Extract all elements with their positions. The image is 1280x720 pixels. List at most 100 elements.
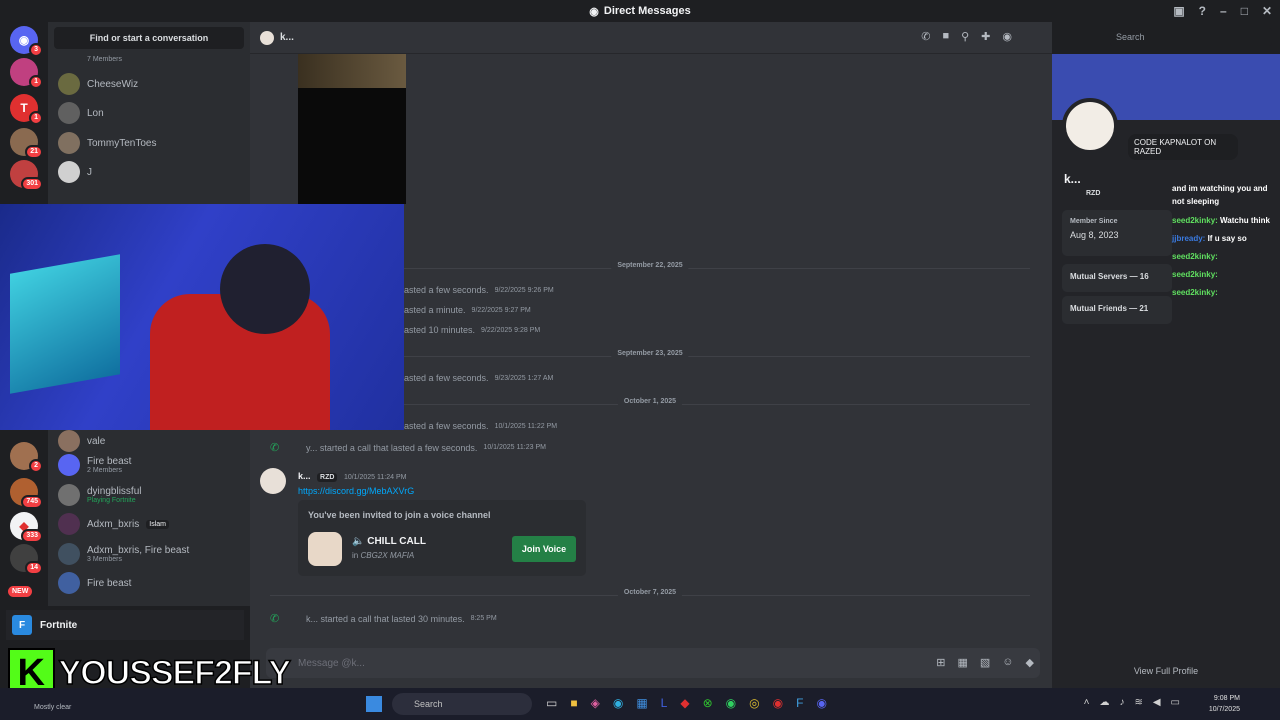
home-button[interactable]: ◉ 3 <box>10 26 43 57</box>
xbox-icon[interactable]: ⊗ <box>703 696 713 710</box>
emoji-icon[interactable]: ☺ <box>1002 656 1013 669</box>
server-icon[interactable]: ◆ 333 <box>10 512 43 543</box>
badge: 745 <box>21 495 43 509</box>
mutual-friends-button[interactable]: Mutual Friends — 21 <box>1062 296 1172 324</box>
copilot-icon[interactable]: ◈ <box>591 696 600 710</box>
dm-name: Adxm_bxris <box>87 518 140 530</box>
fortnite-icon: F <box>12 615 32 635</box>
badge: 14 <box>25 561 43 575</box>
discord-icon[interactable]: ◉ <box>816 696 826 710</box>
battery-icon[interactable]: ▭ <box>1171 697 1180 708</box>
cloud-icon[interactable]: ☁ <box>1099 697 1109 708</box>
system-message: asted a few seconds. 9/22/2025 9:26 PM <box>404 285 554 295</box>
server-icon[interactable]: T1 <box>10 94 43 125</box>
server-icon[interactable]: 745 <box>10 478 43 509</box>
overlay-chat-user: seed2kinky: <box>1172 288 1218 297</box>
overlay-chat-user: seed2kinky: <box>1172 270 1218 279</box>
avatar <box>58 73 80 95</box>
store-icon[interactable]: ▦ <box>636 696 647 710</box>
dm-item[interactable]: CheeseWiz <box>58 69 244 99</box>
dm-item[interactable]: Lon <box>58 98 244 128</box>
message-author[interactable]: k... <box>298 471 311 481</box>
app-l-icon[interactable]: L <box>661 696 668 710</box>
avatar <box>58 132 80 154</box>
gif-icon[interactable]: ▦ <box>957 656 967 669</box>
system-message: asted a few seconds. 10/1/2025 11:22 PM <box>404 421 558 431</box>
system-message: asted a few seconds. 9/23/2025 1:27 AM <box>404 373 554 383</box>
badge: 333 <box>21 529 43 543</box>
weather-widget[interactable]: Mostly clear <box>34 704 71 711</box>
dm-name: Fire beast <box>87 577 132 589</box>
dm-item[interactable]: Fire beast 2 Members <box>58 450 244 480</box>
overlay-chat-user: seed2kinky: <box>1172 252 1218 261</box>
shield-icon[interactable]: ◆ <box>680 696 689 710</box>
dm-sub: Playing Fortnite <box>87 497 136 504</box>
clan-tag: RZD <box>317 473 338 482</box>
inbox-icon[interactable]: ▣ <box>1173 4 1184 18</box>
clock[interactable]: 9:08 PM 10/7/2025 <box>1209 693 1240 715</box>
app-icon[interactable]: ◉ <box>773 696 783 710</box>
channel-name: CHILL CALL <box>367 536 426 547</box>
voice-invite-card: You've been invited to join a voice chan… <box>298 500 586 576</box>
fortnite-icon[interactable]: F <box>796 696 803 710</box>
window-title: Direct Messages <box>603 5 691 17</box>
find-conversation-button[interactable]: Find or start a conversation <box>54 27 244 49</box>
message-input[interactable]: Message @k... <box>266 648 1040 678</box>
minimize-button[interactable]: – <box>1220 4 1227 18</box>
gift-icon[interactable]: ⊞ <box>936 656 945 669</box>
invite-link[interactable]: https://discord.gg/MebAXVrG <box>298 486 414 496</box>
custom-status: CODE KAPNALOT ON RAZED <box>1128 134 1238 160</box>
dm-item[interactable]: Adxm_bxris Islam <box>58 509 244 539</box>
taskbar: Mostly clear Search ▭ ■ ◈ ◉ ▦ L ◆ ⊗ ◉ ◎ … <box>0 688 1280 720</box>
taskbar-search[interactable]: Search <box>392 693 532 715</box>
image-attachment[interactable] <box>298 54 406 204</box>
dm-item[interactable]: TommyTenToes <box>58 128 244 158</box>
avatar <box>260 468 286 494</box>
edge-icon[interactable]: ◉ <box>613 696 623 710</box>
dm-item[interactable]: 7 Members <box>58 50 244 68</box>
server-icon <box>308 532 342 566</box>
profile-icon[interactable]: ◉ <box>1002 30 1012 43</box>
search-input[interactable]: Search <box>1110 28 1272 46</box>
server-icon[interactable]: 14 <box>10 544 43 575</box>
sticker-icon[interactable]: ▧ <box>980 656 990 669</box>
add-friend-icon[interactable]: ✚ <box>981 30 990 43</box>
wifi-icon[interactable]: ≋ <box>1134 697 1142 708</box>
taskbar-apps: ▭ ■ ◈ ◉ ▦ L ◆ ⊗ ◉ ◎ ◉ F ◉ <box>546 696 827 710</box>
taskview-icon[interactable]: ▭ <box>546 696 557 710</box>
server-name: CBG2X MAFIA <box>360 551 415 560</box>
pin-icon[interactable]: ⚲ <box>961 30 969 43</box>
badge: 2 <box>29 459 43 473</box>
server-icon[interactable]: 1 <box>10 58 43 89</box>
dm-name: dyingblissful <box>87 486 142 497</box>
system-message: asted 10 minutes. 9/22/2025 9:28 PM <box>404 325 541 335</box>
volume-icon[interactable]: ◀ <box>1153 697 1161 708</box>
server-icon[interactable]: 301 <box>10 160 43 191</box>
server-icon[interactable]: 21 <box>10 128 43 159</box>
mic-icon[interactable]: ♪ <box>1119 697 1124 708</box>
join-voice-button[interactable]: Join Voice <box>512 536 576 562</box>
video-icon[interactable]: ■ <box>942 30 949 43</box>
dm-item[interactable]: Fire beast <box>58 568 244 598</box>
start-button[interactable] <box>366 696 382 712</box>
help-icon[interactable]: ? <box>1199 4 1206 18</box>
mutual-servers-button[interactable]: Mutual Servers — 16 <box>1062 264 1172 292</box>
close-button[interactable]: ✕ <box>1262 4 1272 18</box>
spotify-icon[interactable]: ◉ <box>726 696 736 710</box>
folder-icon[interactable]: ■ <box>570 696 577 710</box>
avatar <box>58 454 80 476</box>
clan-tag: RZD <box>1086 190 1101 197</box>
view-full-profile-button[interactable]: View Full Profile <box>1052 666 1280 676</box>
apps-icon[interactable]: ◆ <box>1026 656 1034 669</box>
chrome-icon[interactable]: ◎ <box>749 696 759 710</box>
server-icon[interactable]: 2 <box>10 442 43 473</box>
dm-item[interactable]: dyingblissful Playing Fortnite <box>58 480 244 510</box>
activity-bar[interactable]: F Fortnite <box>6 610 244 640</box>
dm-item[interactable]: Adxm_bxris, Fire beast 3 Members <box>58 539 244 569</box>
dm-item[interactable]: J <box>58 157 244 187</box>
chevron-up-icon[interactable]: ˄ <box>1084 697 1090 708</box>
call-icon[interactable]: ✆ <box>921 30 930 43</box>
activity-label: Fortnite <box>40 619 78 631</box>
member-since-label: Member Since <box>1070 218 1118 225</box>
maximize-button[interactable]: □ <box>1241 4 1248 18</box>
